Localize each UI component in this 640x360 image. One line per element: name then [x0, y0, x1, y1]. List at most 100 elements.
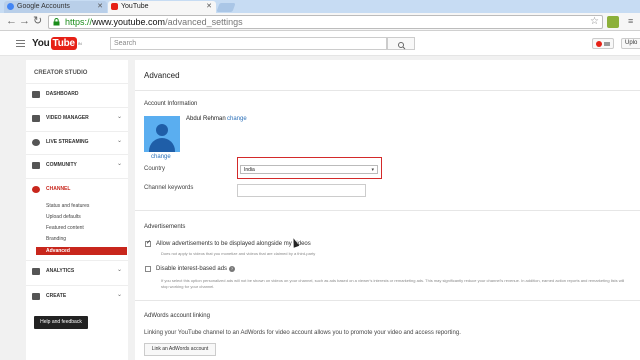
channel-keywords-input[interactable] [237, 184, 366, 197]
keywords-label: Channel keywords [144, 185, 194, 191]
url-path: /advanced_settings [165, 17, 243, 27]
forward-arrow-icon[interactable]: → [19, 15, 30, 28]
divider [135, 90, 640, 91]
avatar-body [149, 138, 175, 152]
search-input[interactable]: Search [110, 37, 387, 50]
hamburger-menu-icon[interactable] [16, 40, 25, 47]
youtube-icon [111, 3, 118, 10]
browser-tab-bar: Google Accounts ✕ YouTube ✕ [0, 0, 640, 13]
allow-ads-note: Does not apply to videos that you moneti… [161, 251, 316, 256]
lock-icon [53, 18, 60, 26]
tab-title: YouTube [121, 3, 149, 10]
channel-icon [32, 186, 40, 193]
sidebar-item-video-manager[interactable]: VIDEO MANAGER ⌄ [26, 107, 128, 129]
interest-ads-note: If you select this option personalized a… [161, 278, 625, 289]
menu-icon[interactable]: ≡ [628, 16, 633, 28]
sidebar-item-dashboard[interactable]: DASHBOARD [26, 83, 128, 105]
avatar-head [156, 124, 168, 136]
sidebar-item-label: LIVE STREAMING [46, 139, 89, 145]
sidebar-item-analytics[interactable]: ANALYTICS ⌄ [26, 260, 128, 282]
new-tab-button[interactable] [216, 3, 236, 12]
url-host: www.youtube.com [92, 17, 166, 27]
community-icon [32, 162, 40, 169]
subitem-status-features[interactable]: Status and features [46, 203, 89, 209]
creator-studio-sidebar: CREATOR STUDIO DASHBOARD VIDEO MANAGER ⌄… [26, 60, 128, 360]
back-arrow-icon[interactable]: ← [6, 15, 17, 28]
close-tab-icon[interactable]: ✕ [97, 1, 103, 13]
chevron-down-icon: ⌄ [116, 114, 122, 120]
dashboard-icon [32, 91, 40, 98]
logo-region: IN [77, 41, 82, 46]
sidebar-title: CREATOR STUDIO [34, 70, 88, 76]
search-button[interactable] [387, 37, 415, 50]
google-icon [7, 3, 14, 10]
change-avatar-link[interactable]: change [151, 154, 171, 160]
youtube-header: You Tube IN Search Uplo [0, 31, 640, 56]
chevron-down-icon: ⌄ [116, 267, 122, 273]
analytics-icon [32, 268, 40, 275]
tab-google-accounts[interactable]: Google Accounts ✕ [4, 1, 107, 13]
divider [135, 300, 640, 301]
notifications-button[interactable] [592, 38, 614, 49]
interest-ads-label: Disable interest-based ads [156, 266, 228, 272]
video-manager-icon [32, 115, 40, 122]
adwords-header: AdWords account linking [144, 313, 210, 319]
chevron-down-icon: ⌄ [116, 138, 122, 144]
search-placeholder: Search [114, 40, 137, 47]
advertisements-header: Advertisements [144, 224, 186, 230]
link-adwords-button[interactable]: Link an AdWords account [144, 343, 216, 356]
allow-ads-checkbox[interactable] [145, 239, 151, 247]
address-bar-row: ← → ↻ https://www.youtube.com/advanced_s… [0, 13, 640, 31]
sidebar-item-community[interactable]: COMMUNITY ⌄ [26, 154, 128, 176]
upload-button[interactable]: Uplo [621, 38, 640, 49]
url-scheme: https:// [65, 17, 93, 27]
youtube-logo[interactable]: You Tube IN [32, 37, 82, 50]
sidebar-item-label: ANALYTICS [46, 268, 75, 274]
sidebar-item-create[interactable]: CREATE ⌄ [26, 285, 128, 307]
divider [135, 210, 640, 211]
reload-icon[interactable]: ↻ [33, 15, 42, 28]
tab-title: Google Accounts [17, 3, 70, 10]
account-info-header: Account Information [144, 101, 198, 107]
help-icon[interactable]: ? [229, 266, 235, 272]
country-label: Country [144, 166, 166, 172]
logo-you-text: You [32, 38, 50, 49]
subitem-branding[interactable]: Branding [46, 236, 66, 242]
logo-tube-text: Tube [50, 37, 77, 50]
help-feedback-button[interactable]: Help and feedback [34, 316, 88, 329]
subitem-featured-content[interactable]: Featured content [46, 225, 84, 231]
subitem-advanced[interactable]: Advanced [36, 247, 127, 255]
subitem-upload-defaults[interactable]: Upload defaults [46, 214, 81, 220]
channel-avatar[interactable] [144, 116, 180, 152]
notification-badge [596, 41, 602, 47]
live-streaming-icon [32, 139, 40, 146]
chevron-down-icon: ⌄ [116, 161, 122, 167]
chevron-down-icon: ⌄ [116, 292, 122, 298]
sidebar-item-live-streaming[interactable]: LIVE STREAMING ⌄ [26, 131, 128, 153]
country-select[interactable]: India ▾ [240, 165, 378, 174]
allow-ads-label: Allow advertisements to be displayed alo… [156, 241, 311, 247]
page-title: Advanced [144, 71, 180, 80]
adwords-description: Linking your YouTube channel to an AdWor… [144, 330, 461, 336]
sidebar-item-label: CREATE [46, 293, 67, 299]
sidebar-item-label: CHANNEL [46, 186, 71, 192]
change-name-link[interactable]: change [227, 116, 247, 122]
sidebar-item-label: VIDEO MANAGER [46, 115, 89, 121]
sidebar-item-label: DASHBOARD [46, 91, 79, 97]
upload-label: Uplo [625, 40, 638, 46]
url-field[interactable]: https://www.youtube.com/advanced_setting… [48, 15, 603, 29]
account-name: Abdul Rehman [186, 116, 226, 122]
sidebar-item-channel[interactable]: CHANNEL [26, 178, 128, 202]
country-value: India [244, 167, 255, 173]
interest-ads-checkbox[interactable] [145, 266, 151, 272]
close-tab-icon[interactable]: ✕ [206, 1, 212, 13]
advanced-settings-panel: Advanced Account Information change Abdu… [135, 60, 640, 360]
extension-icon[interactable] [607, 16, 619, 28]
notifications-icon [604, 42, 610, 46]
bookmark-star-icon[interactable]: ☆ [590, 16, 599, 28]
search-icon [398, 42, 406, 50]
create-icon [32, 293, 40, 300]
tab-youtube[interactable]: YouTube ✕ [108, 1, 216, 13]
subitem-label: Advanced [46, 248, 70, 254]
dropdown-arrow-icon: ▾ [371, 167, 374, 173]
